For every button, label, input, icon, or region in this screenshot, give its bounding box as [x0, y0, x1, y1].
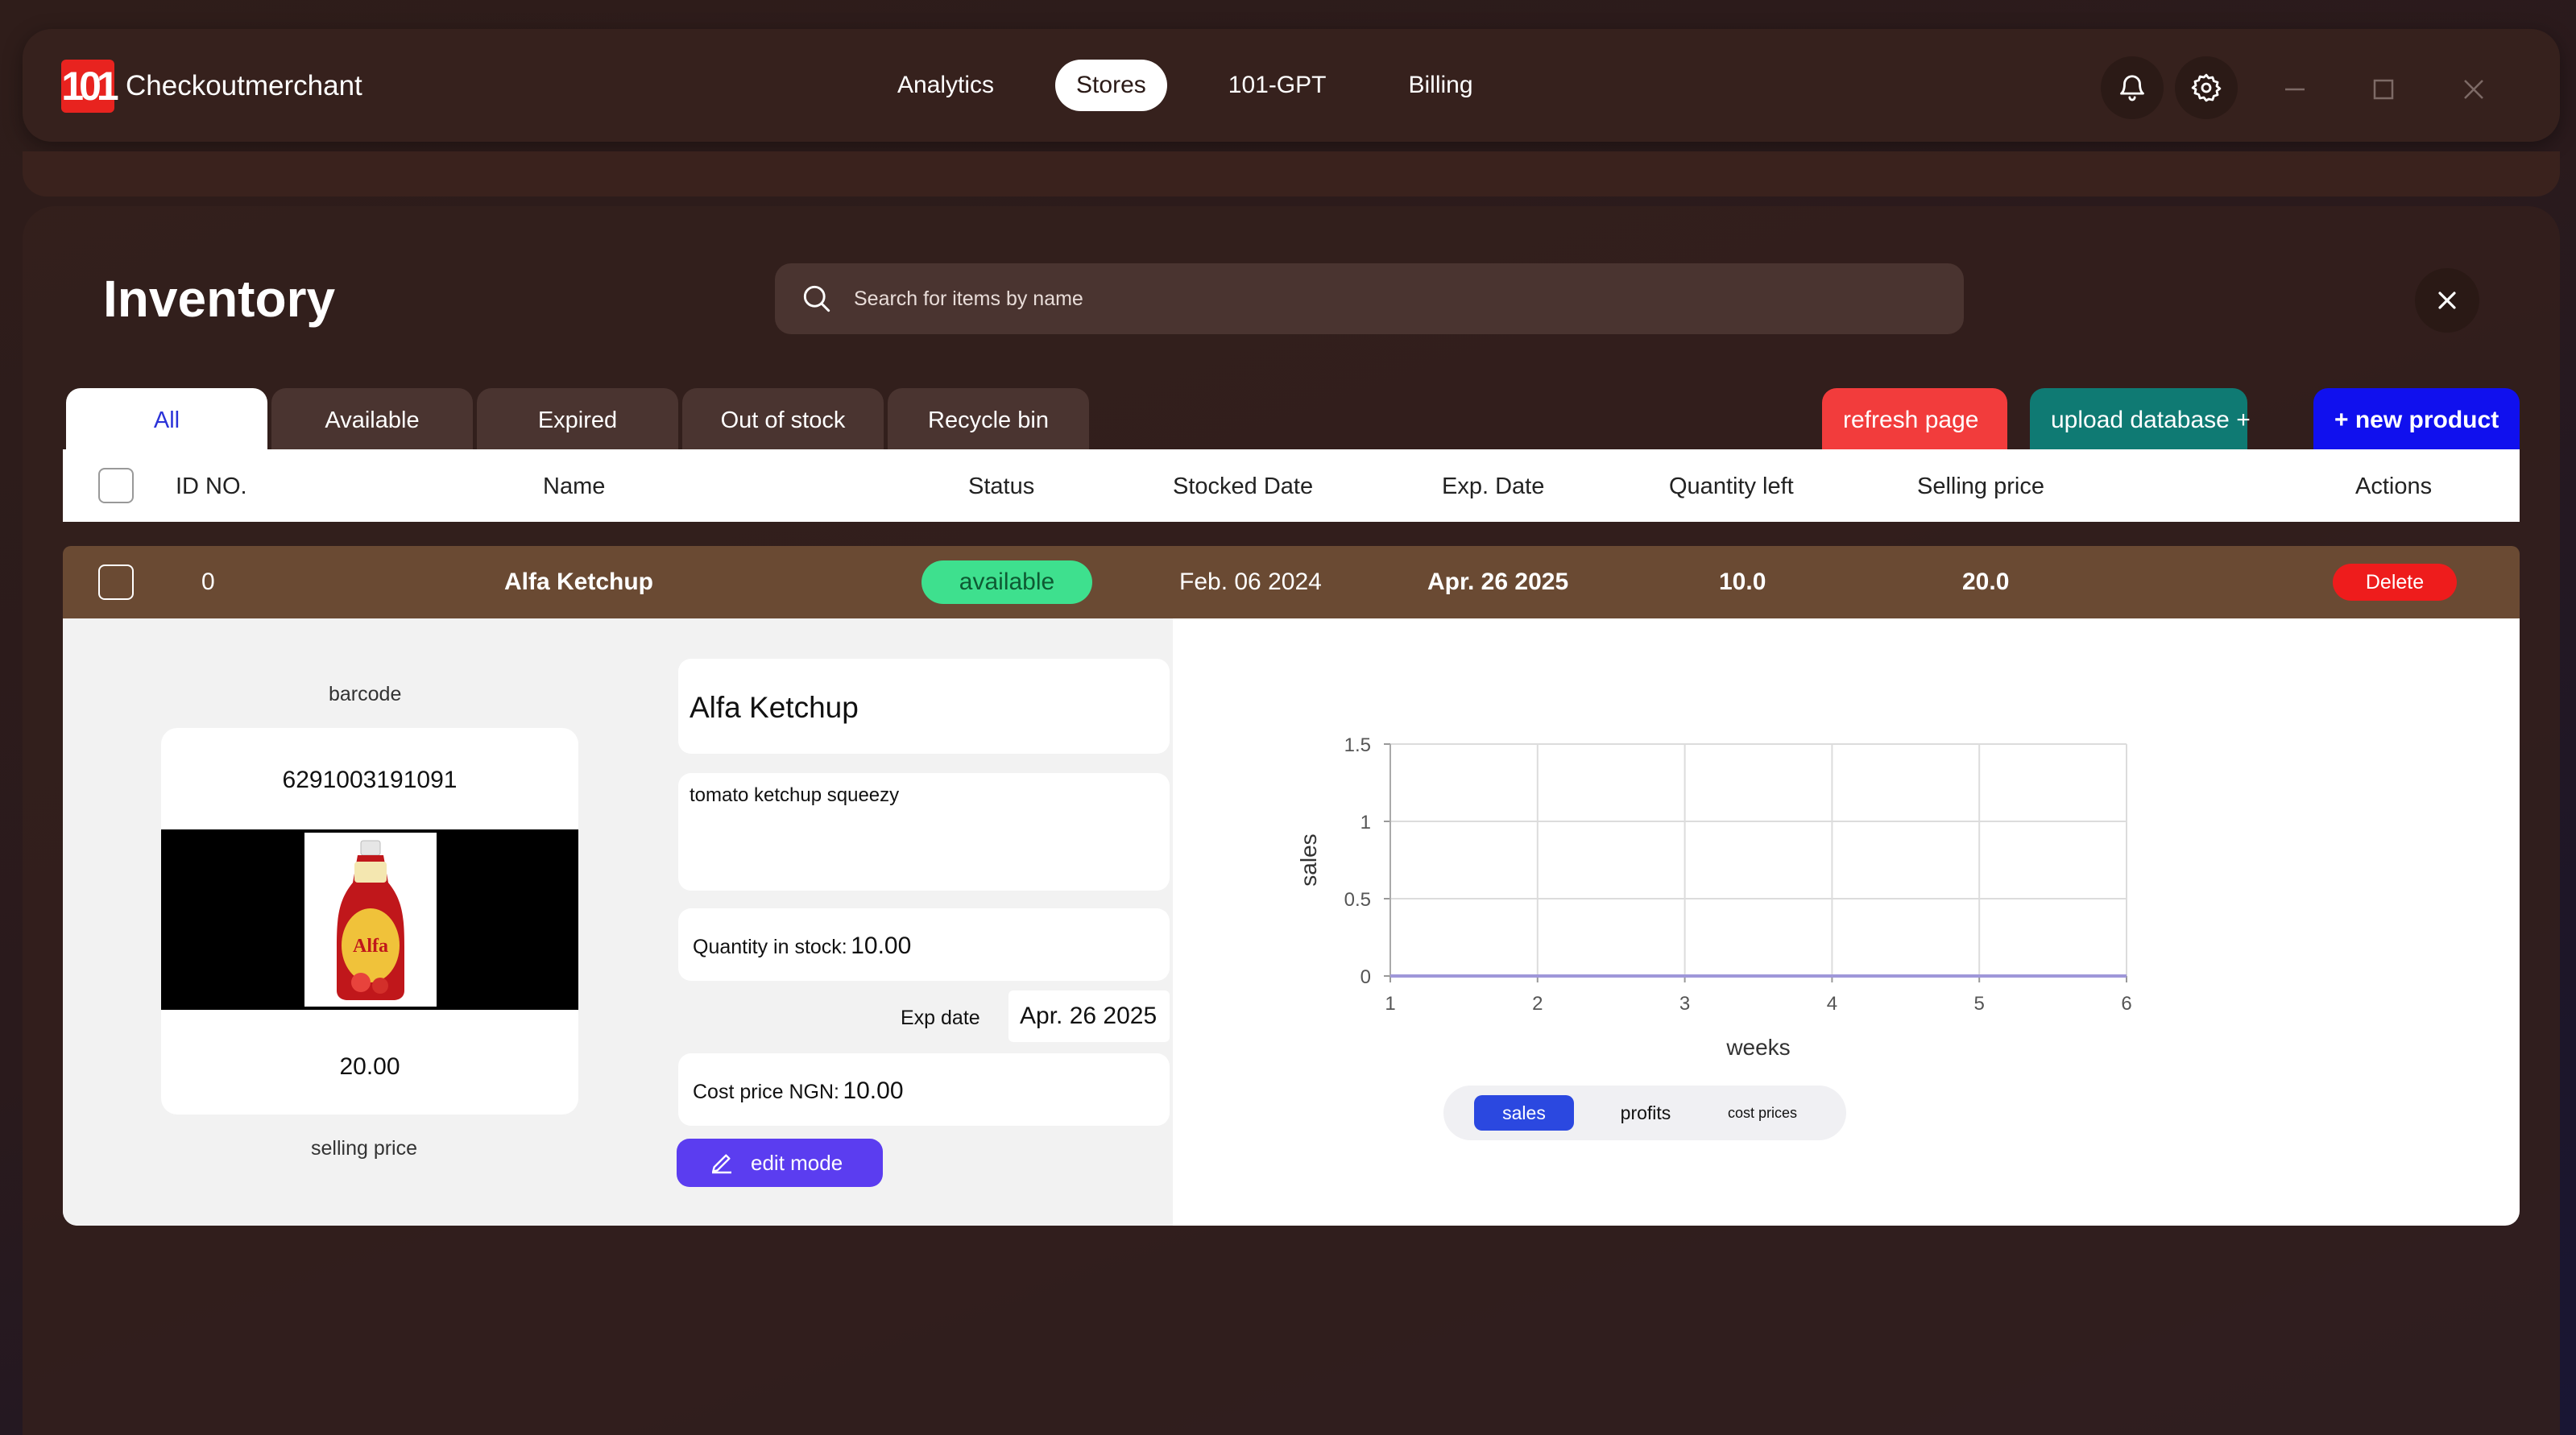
selling-price-label: selling price — [311, 1137, 418, 1160]
row-quantity-left: 10.0 — [1719, 569, 1766, 595]
row-stocked-date: Feb. 06 2024 — [1179, 569, 1322, 595]
x-tick-label: 5 — [1974, 993, 1985, 1015]
close-icon — [2464, 80, 2483, 99]
tab-expired[interactable]: Expired — [477, 388, 678, 449]
x-tick-label: 2 — [1532, 993, 1543, 1015]
column-id: ID NO. — [176, 474, 247, 499]
close-panel-button[interactable] — [2415, 268, 2479, 333]
top-bar: 101 Checkoutmerchant Analytics Stores 10… — [23, 29, 2560, 142]
status-badge: available — [921, 560, 1092, 604]
barcode-card: 6291003191091 Alfa 20.00 — [161, 728, 578, 1115]
maximize-button[interactable] — [2355, 61, 2412, 118]
sales-chart: 1 2 3 4 5 6 0 0.5 1 1.5 weeks sales — [1296, 734, 2132, 1060]
close-icon — [2438, 292, 2456, 309]
bell-icon — [2120, 75, 2144, 101]
sub-bar — [23, 151, 2560, 196]
page-title: Inventory — [103, 270, 336, 328]
product-description-field[interactable]: tomato ketchup squeezy — [678, 773, 1170, 891]
column-actions: Actions — [2355, 474, 2433, 499]
y-tick-label: 0.5 — [1344, 889, 1371, 911]
gear-icon — [2191, 73, 2222, 102]
minimize-icon — [2285, 88, 2305, 91]
nav-analytics[interactable]: Analytics — [876, 60, 1015, 111]
cost-price-value: 10.00 — [843, 1077, 904, 1104]
exp-date-field[interactable]: Apr. 26 2025 — [1008, 990, 1170, 1042]
row-id: 0 — [201, 569, 215, 595]
ketchup-bottle-icon: Alfa — [337, 840, 404, 1000]
search-bar[interactable]: Search for items by name — [775, 263, 1964, 334]
notifications-button[interactable] — [2101, 56, 2164, 119]
y-tick-label: 0 — [1360, 966, 1371, 988]
column-quantity-left: Quantity left — [1669, 474, 1794, 499]
toggle-cost-prices[interactable]: cost prices — [1706, 1095, 1819, 1131]
nav-101-gpt[interactable]: 101-GPT — [1207, 60, 1348, 111]
nav-stores[interactable]: Stores — [1055, 60, 1167, 111]
refresh-page-button[interactable]: refresh page — [1822, 388, 2007, 449]
sales-chart-area: 1 2 3 4 5 6 0 0.5 1 1.5 weeks sales sales profits c… — [1173, 618, 2520, 1226]
row-exp-date: Apr. 26 2025 — [1427, 569, 1569, 595]
logo-mark: 101 — [61, 60, 119, 113]
y-tick-label: 1 — [1360, 812, 1371, 833]
x-tick-label: 6 — [2121, 993, 2131, 1015]
product-info-panel: barcode 6291003191091 Alfa 20.00 selling… — [63, 618, 1173, 1226]
cost-price-label: Cost price NGN: — [693, 1081, 839, 1103]
app-logo[interactable]: 101 Checkoutmerchant — [61, 60, 362, 113]
edit-mode-button[interactable]: edit mode — [677, 1139, 883, 1187]
exp-date-label: Exp date — [901, 1007, 980, 1029]
product-detail: barcode 6291003191091 Alfa 20.00 selling… — [63, 618, 2520, 1226]
table-row[interactable]: 0 Alfa Ketchup available Feb. 06 2024 Ap… — [63, 546, 2520, 618]
settings-button[interactable] — [2175, 56, 2238, 119]
toggle-sales[interactable]: sales — [1474, 1095, 1574, 1131]
cost-price-field[interactable]: Cost price NGN: 10.00 — [678, 1053, 1170, 1126]
tab-available[interactable]: Available — [271, 388, 473, 449]
column-name: Name — [543, 474, 606, 499]
column-selling-price: Selling price — [1917, 474, 2044, 499]
minimize-button[interactable] — [2267, 61, 2323, 118]
x-axis-label: weeks — [1725, 1035, 1790, 1060]
product-image: Alfa — [304, 833, 437, 1007]
search-input[interactable]: Search for items by name — [854, 287, 1083, 311]
column-exp-date: Exp. Date — [1442, 474, 1545, 499]
tab-all[interactable]: All — [66, 388, 267, 449]
column-stocked-date: Stocked Date — [1173, 474, 1314, 499]
tab-recycle-bin[interactable]: Recycle bin — [888, 388, 1089, 449]
product-image-band: Alfa — [161, 829, 578, 1010]
column-status: Status — [968, 474, 1035, 499]
edit-mode-label: edit mode — [751, 1150, 843, 1175]
pencil-icon — [712, 1154, 731, 1174]
barcode-number: 6291003191091 — [282, 767, 458, 793]
toggle-profits[interactable]: profits — [1601, 1095, 1690, 1131]
delete-button[interactable]: Delete — [2333, 564, 2457, 601]
product-name-field[interactable]: Alfa Ketchup — [678, 659, 1170, 754]
x-tick-label: 4 — [1827, 993, 1837, 1015]
select-all-checkbox[interactable] — [98, 468, 134, 503]
table-header: ID NO. Name Status Stocked Date Exp. Dat… — [63, 449, 2520, 522]
x-tick-label: 1 — [1385, 993, 1395, 1015]
maximize-icon — [2373, 79, 2394, 100]
filter-tabs: All Available Expired Out of stock Recyc… — [66, 388, 1093, 449]
card-selling-price: 20.00 — [339, 1053, 400, 1080]
main-nav: Analytics Stores 101-GPT Billing — [876, 60, 1534, 111]
y-tick-label: 1.5 — [1344, 734, 1371, 756]
row-selling-price: 20.0 — [1962, 569, 2010, 595]
new-product-button[interactable]: + new product — [2313, 388, 2520, 449]
product-brand-text: Alfa — [353, 936, 388, 957]
app-name: Checkoutmerchant — [126, 70, 362, 101]
tab-out-of-stock[interactable]: Out of stock — [682, 388, 884, 449]
search-icon — [803, 285, 830, 312]
x-tick-label: 3 — [1679, 993, 1690, 1015]
quantity-value: 10.00 — [851, 933, 912, 959]
chart-metric-toggle: sales profits cost prices — [1443, 1086, 1846, 1140]
barcode-label: barcode — [329, 683, 402, 705]
quantity-field[interactable]: Quantity in stock: 10.00 — [678, 908, 1170, 981]
row-name: Alfa Ketchup — [504, 569, 654, 595]
window-close-button[interactable] — [2446, 61, 2502, 118]
quantity-label: Quantity in stock: — [693, 936, 847, 958]
nav-billing[interactable]: Billing — [1387, 60, 1493, 111]
top-icons — [2101, 56, 2238, 119]
row-checkbox[interactable] — [98, 564, 134, 600]
upload-database-button[interactable]: upload database + — [2030, 388, 2251, 449]
y-axis-label: sales — [1296, 833, 1321, 886]
